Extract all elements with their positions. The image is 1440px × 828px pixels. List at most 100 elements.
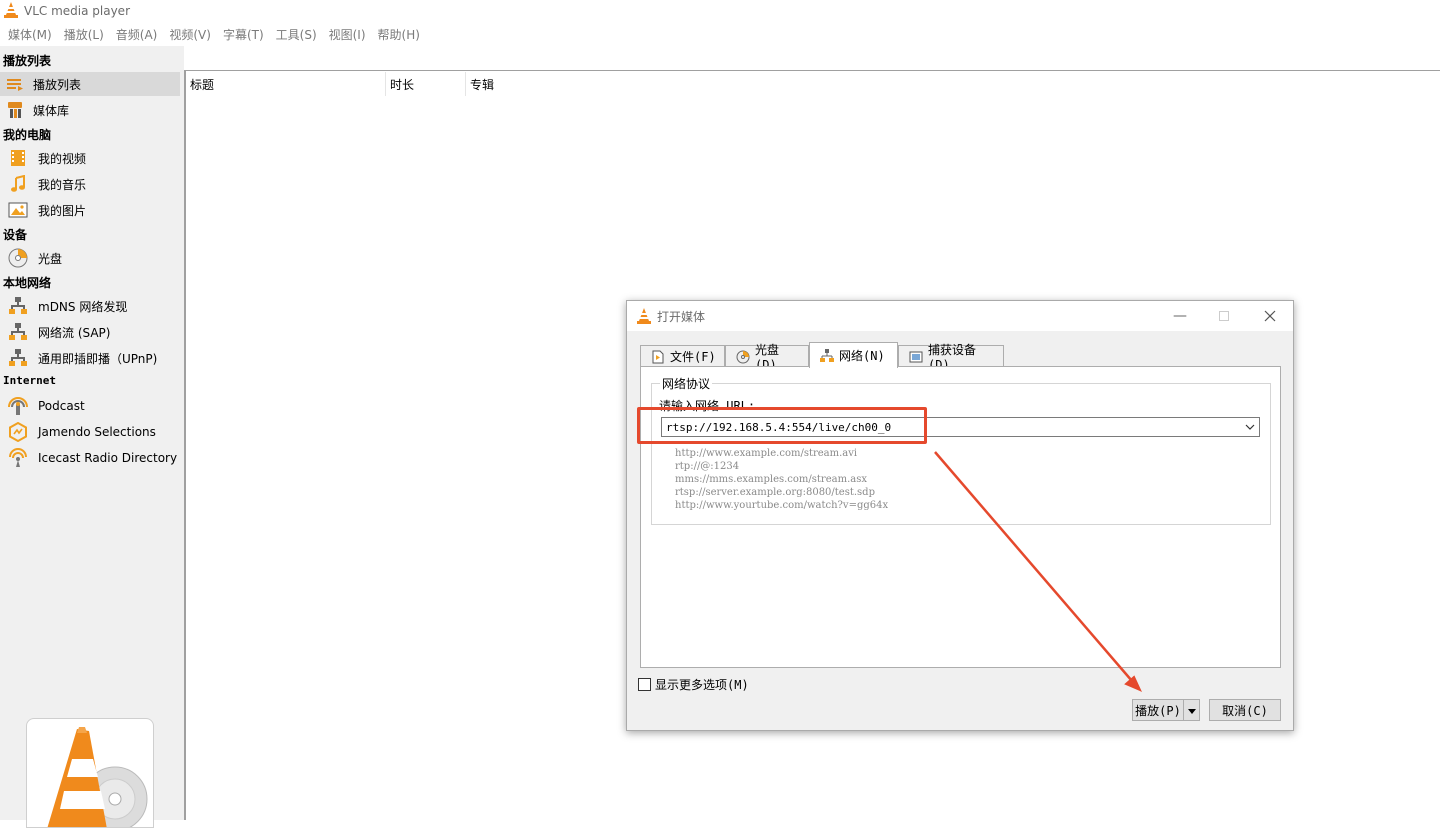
cancel-button[interactable]: 取消(C) (1209, 699, 1281, 721)
example-line: http://www.example.com/stream.avi (675, 448, 858, 459)
sidebar-item-icecast[interactable]: Icecast Radio Directory (0, 446, 180, 470)
sidebar-item-label: Podcast (38, 399, 85, 413)
sidebar-item-mdns[interactable]: mDNS 网络发现 (0, 294, 180, 318)
menu-playback[interactable]: 播放(L) (58, 26, 110, 43)
sidebar-item-playlist[interactable]: 播放列表 (0, 72, 180, 96)
column-divider[interactable] (465, 72, 466, 96)
sidebar-item-label: 网络流 (SAP) (38, 325, 111, 340)
url-value[interactable]: rtsp://192.168.5.4:554/live/ch00_0 (666, 421, 891, 434)
jamendo-icon (8, 422, 28, 442)
url-examples: http://www.example.com/stream.avi rtp://… (675, 447, 888, 512)
tab-label: 网络(N) (839, 349, 885, 363)
disc-icon (8, 248, 28, 268)
sidebar-item-upnp[interactable]: 通用即插即播（UPnP) (0, 346, 180, 370)
sidebar-item-my-pictures[interactable]: 我的图片 (0, 198, 180, 222)
podcast-icon (8, 396, 28, 416)
album-art-placeholder (26, 718, 154, 828)
menu-subtitle[interactable]: 字幕(T) (217, 26, 270, 43)
maximize-icon[interactable] (1213, 305, 1235, 327)
example-line: http://www.yourtube.com/watch?v=gg64x (675, 500, 889, 511)
more-options-label: 显示更多选项(M) (655, 678, 749, 692)
capture-device-icon (909, 350, 923, 364)
sidebar-item-label: 我的音乐 (38, 177, 87, 192)
title-bar: VLC media player (0, 0, 1440, 22)
sidebar-item-library[interactable]: 媒体库 (0, 98, 180, 122)
example-line: rtp://@:1234 (675, 461, 740, 472)
column-divider[interactable] (385, 72, 386, 96)
network-icon (8, 296, 28, 316)
menu-tools[interactable]: 工具(S) (270, 26, 323, 43)
vlc-cone-icon (637, 308, 651, 324)
menu-video[interactable]: 视频(V) (163, 26, 217, 43)
tab-file[interactable]: 文件(F) (640, 345, 725, 367)
file-icon (651, 350, 665, 364)
sidebar-item-label: 我的图片 (38, 203, 87, 218)
library-icon (5, 100, 25, 120)
section-playlist: 播放列表 (3, 54, 52, 68)
sidebar-item-label: 通用即插即播（UPnP) (38, 351, 158, 366)
tab-network[interactable]: 网络(N) (809, 342, 898, 368)
film-icon (8, 148, 28, 168)
group-title: 网络协议 (660, 375, 713, 392)
play-button-label: 播放(P) (1135, 703, 1181, 718)
section-internet: Internet (3, 374, 56, 387)
column-title[interactable]: 标题 (190, 76, 214, 93)
sidebar-item-label: mDNS 网络发现 (38, 299, 128, 314)
play-dropdown-button[interactable] (1183, 699, 1200, 721)
vlc-cone-disc-icon (47, 727, 148, 827)
tab-disc[interactable]: 光盘(D) (725, 343, 809, 372)
sidebar-item-label: Icecast Radio Directory (38, 451, 178, 465)
column-album[interactable]: 专辑 (470, 76, 494, 93)
section-local-network: 本地网络 (3, 276, 52, 290)
close-icon[interactable] (1259, 305, 1281, 327)
chevron-down-icon[interactable] (1241, 418, 1259, 436)
sidebar-item-my-music[interactable]: 我的音乐 (0, 172, 180, 196)
sidebar-item-disc[interactable]: 光盘 (0, 246, 180, 270)
vlc-cone-icon (4, 1, 18, 21)
open-media-dialog: 打开媒体 — 文件(F) 光盘(D) 网络(N) 捕获设备(D) 网络协议 请输… (626, 300, 1294, 731)
cancel-button-label: 取消(C) (1222, 703, 1268, 718)
sidebar: 播放列表 播放列表 媒体库 我的电脑 我的视频 我的音乐 我的图片 设备 光盘 … (0, 46, 184, 828)
section-devices: 设备 (3, 228, 28, 242)
column-duration[interactable]: 时长 (390, 76, 414, 93)
window-title: VLC media player (24, 4, 131, 18)
network-icon (820, 348, 834, 363)
menu-help[interactable]: 帮助(H) (372, 26, 426, 43)
sidebar-item-jamendo[interactable]: Jamendo Selections (0, 420, 180, 444)
caret-down-icon (1187, 703, 1196, 717)
network-tab-panel: 网络协议 请输入网络 URL: rtsp://192.168.5.4:554/l… (640, 366, 1281, 668)
show-more-options[interactable]: 显示更多选项(M) (638, 676, 749, 693)
picture-icon (8, 200, 28, 220)
dialog-title-bar: 打开媒体 — (627, 301, 1293, 331)
url-label: 请输入网络 URL: (659, 399, 756, 413)
more-options-checkbox[interactable] (638, 678, 651, 691)
disc-icon (736, 350, 750, 364)
minimize-icon[interactable]: — (1169, 305, 1191, 327)
sidebar-item-label: 光盘 (38, 251, 63, 266)
tab-label: 文件(F) (670, 350, 716, 364)
pane-border (184, 70, 1440, 71)
menu-media[interactable]: 媒体(M) (2, 26, 58, 43)
sidebar-item-label: 媒体库 (33, 103, 70, 118)
playlist-icon (5, 74, 25, 94)
music-note-icon (8, 174, 28, 194)
section-my-computer: 我的电脑 (3, 128, 52, 142)
network-icon (8, 348, 28, 368)
radio-broadcast-icon (8, 448, 28, 468)
example-line: mms://mms.examples.com/stream.asx (675, 474, 867, 485)
example-line: rtsp://server.example.org:8080/test.sdp (675, 487, 875, 498)
sidebar-item-label: 播放列表 (33, 77, 82, 92)
sidebar-item-label: Jamendo Selections (38, 425, 156, 439)
sidebar-item-podcast[interactable]: Podcast (0, 394, 180, 418)
tab-capture-device[interactable]: 捕获设备(D) (898, 343, 1004, 372)
play-button[interactable]: 播放(P) (1132, 699, 1184, 721)
sidebar-item-my-videos[interactable]: 我的视频 (0, 146, 180, 170)
menu-view[interactable]: 视图(I) (323, 26, 372, 43)
dialog-title: 打开媒体 (657, 309, 706, 324)
network-icon (8, 322, 28, 342)
sidebar-item-label: 我的视频 (38, 151, 87, 166)
url-input[interactable]: rtsp://192.168.5.4:554/live/ch00_0 (661, 417, 1260, 437)
sidebar-item-sap[interactable]: 网络流 (SAP) (0, 320, 180, 344)
menu-bar: 媒体(M) 播放(L) 音频(A) 视频(V) 字幕(T) 工具(S) 视图(I… (0, 22, 1440, 46)
menu-audio[interactable]: 音频(A) (110, 26, 164, 43)
